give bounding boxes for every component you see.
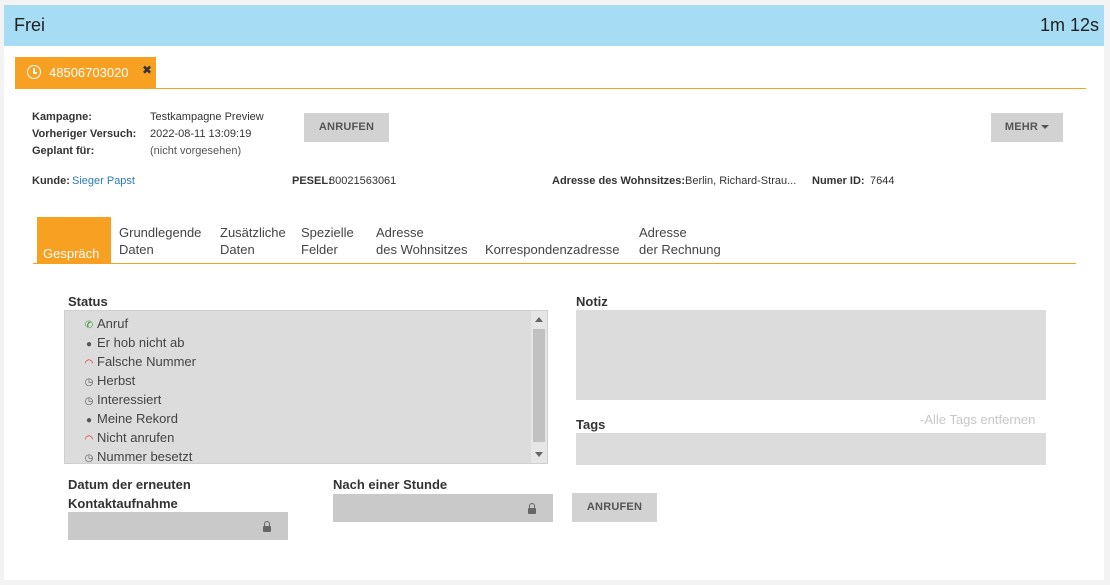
numer-value: 7644 [870,175,895,187]
caret-down-icon [1041,125,1050,130]
adresse-label: Adresse des Wohnsitzes: [552,175,686,187]
pesel-value: 80021563061 [329,175,397,187]
clear-tags-link[interactable]: -Alle Tags entfernen [920,412,1035,427]
list-item[interactable]: ◷ Nummer besetzt [83,447,193,464]
kampagne-value: Testkampagne Preview [150,111,264,123]
clock-icon: ◷ [84,453,94,464]
datum-label-line2: Kontaktaufnahme [68,496,178,511]
versuch-label: Vorheriger Versuch: [32,128,137,140]
scroll-thumb[interactable] [533,329,545,442]
list-item[interactable]: ◠ Nicht anrufen [83,428,174,447]
list-item[interactable]: ● Meine Rekord [83,409,178,428]
mehr-button[interactable]: MEHR [991,113,1063,142]
notiz-textarea[interactable] [576,310,1046,400]
tab-adresse-wohnsitz[interactable]: Adresse des Wohnsitzes [376,217,468,263]
detail-tabs: Gespräch Grundlegende Daten Zusätzliche Da… [33,217,1076,264]
close-icon[interactable]: ✖ [142,63,152,77]
kunde-link[interactable]: Sieger Papst [72,175,135,187]
list-item[interactable]: ✆ Anruf [83,314,128,333]
call-tab[interactable]: 48506703020 ✖ [15,57,156,88]
anrufen-bottom-button[interactable]: ANRUFEN [572,493,657,522]
tab-rechnungsadresse[interactable]: Adresse der Rechnung [639,217,721,263]
status-list[interactable]: ✆ Anruf ● Er hob nicht ab ◠ Falsche Nummer … [64,310,548,464]
agent-status: Frei [14,15,45,35]
page: Frei 1m 12s [4,5,1104,580]
lock-icon [528,503,536,514]
status-timer: 1m 12s [1039,15,1099,35]
call-tab-number: 48506703020 [49,65,129,80]
list-item[interactable]: ◠ Falsche Nummer [83,352,196,371]
kunde-label: Kunde: [32,175,70,187]
notiz-label: Notiz [576,294,608,309]
nach-label: Nach einer Stunde [333,477,448,492]
pesel-label: PESEL: [292,175,332,187]
list-item[interactable]: ◷ Interessiert [83,390,162,409]
nach-field[interactable] [333,494,553,522]
tab-grundlegende-daten[interactable]: Grundlegende Daten [119,217,201,263]
list-item[interactable]: ● Er hob nicht ab [83,333,184,352]
tab-gespraech[interactable]: Gespräch [37,217,111,263]
geplant-label: Geplant für: [32,145,95,157]
scroll-up-icon[interactable] [535,317,543,322]
list-item[interactable]: ◷ Herbst [83,371,136,390]
tab-zusaetzliche-daten[interactable]: Zusätzliche Daten [220,217,286,263]
status-bar: Frei 1m 12s [4,5,1104,46]
tab-korrespondenzadresse[interactable]: Korrespondenzadresse [485,217,619,263]
clock-icon [27,65,41,79]
mehr-label: MEHR [1004,121,1039,133]
datum-label-line1: Datum der erneuten [68,477,191,492]
geplant-value: (nicht vorgesehen) [150,145,242,157]
versuch-value: 2022-08-11 13:09:19 [150,128,252,140]
tab-divider [15,88,1086,89]
datum-field[interactable] [68,512,288,540]
status-label: Status [68,294,108,309]
kampagne-label: Kampagne: [32,111,92,123]
scroll-down-icon[interactable] [535,452,543,457]
numer-label: Numer ID: [812,175,865,187]
tab-spezielle-felder[interactable]: Spezielle Felder [301,217,354,263]
tags-input[interactable] [576,433,1046,465]
anrufen-button[interactable]: ANRUFEN [304,113,389,142]
lock-icon [263,521,271,532]
tags-label: Tags [576,417,606,432]
status-scrollbar[interactable] [531,311,547,463]
adresse-value: Berlin, Richard-Strau... [685,175,797,187]
